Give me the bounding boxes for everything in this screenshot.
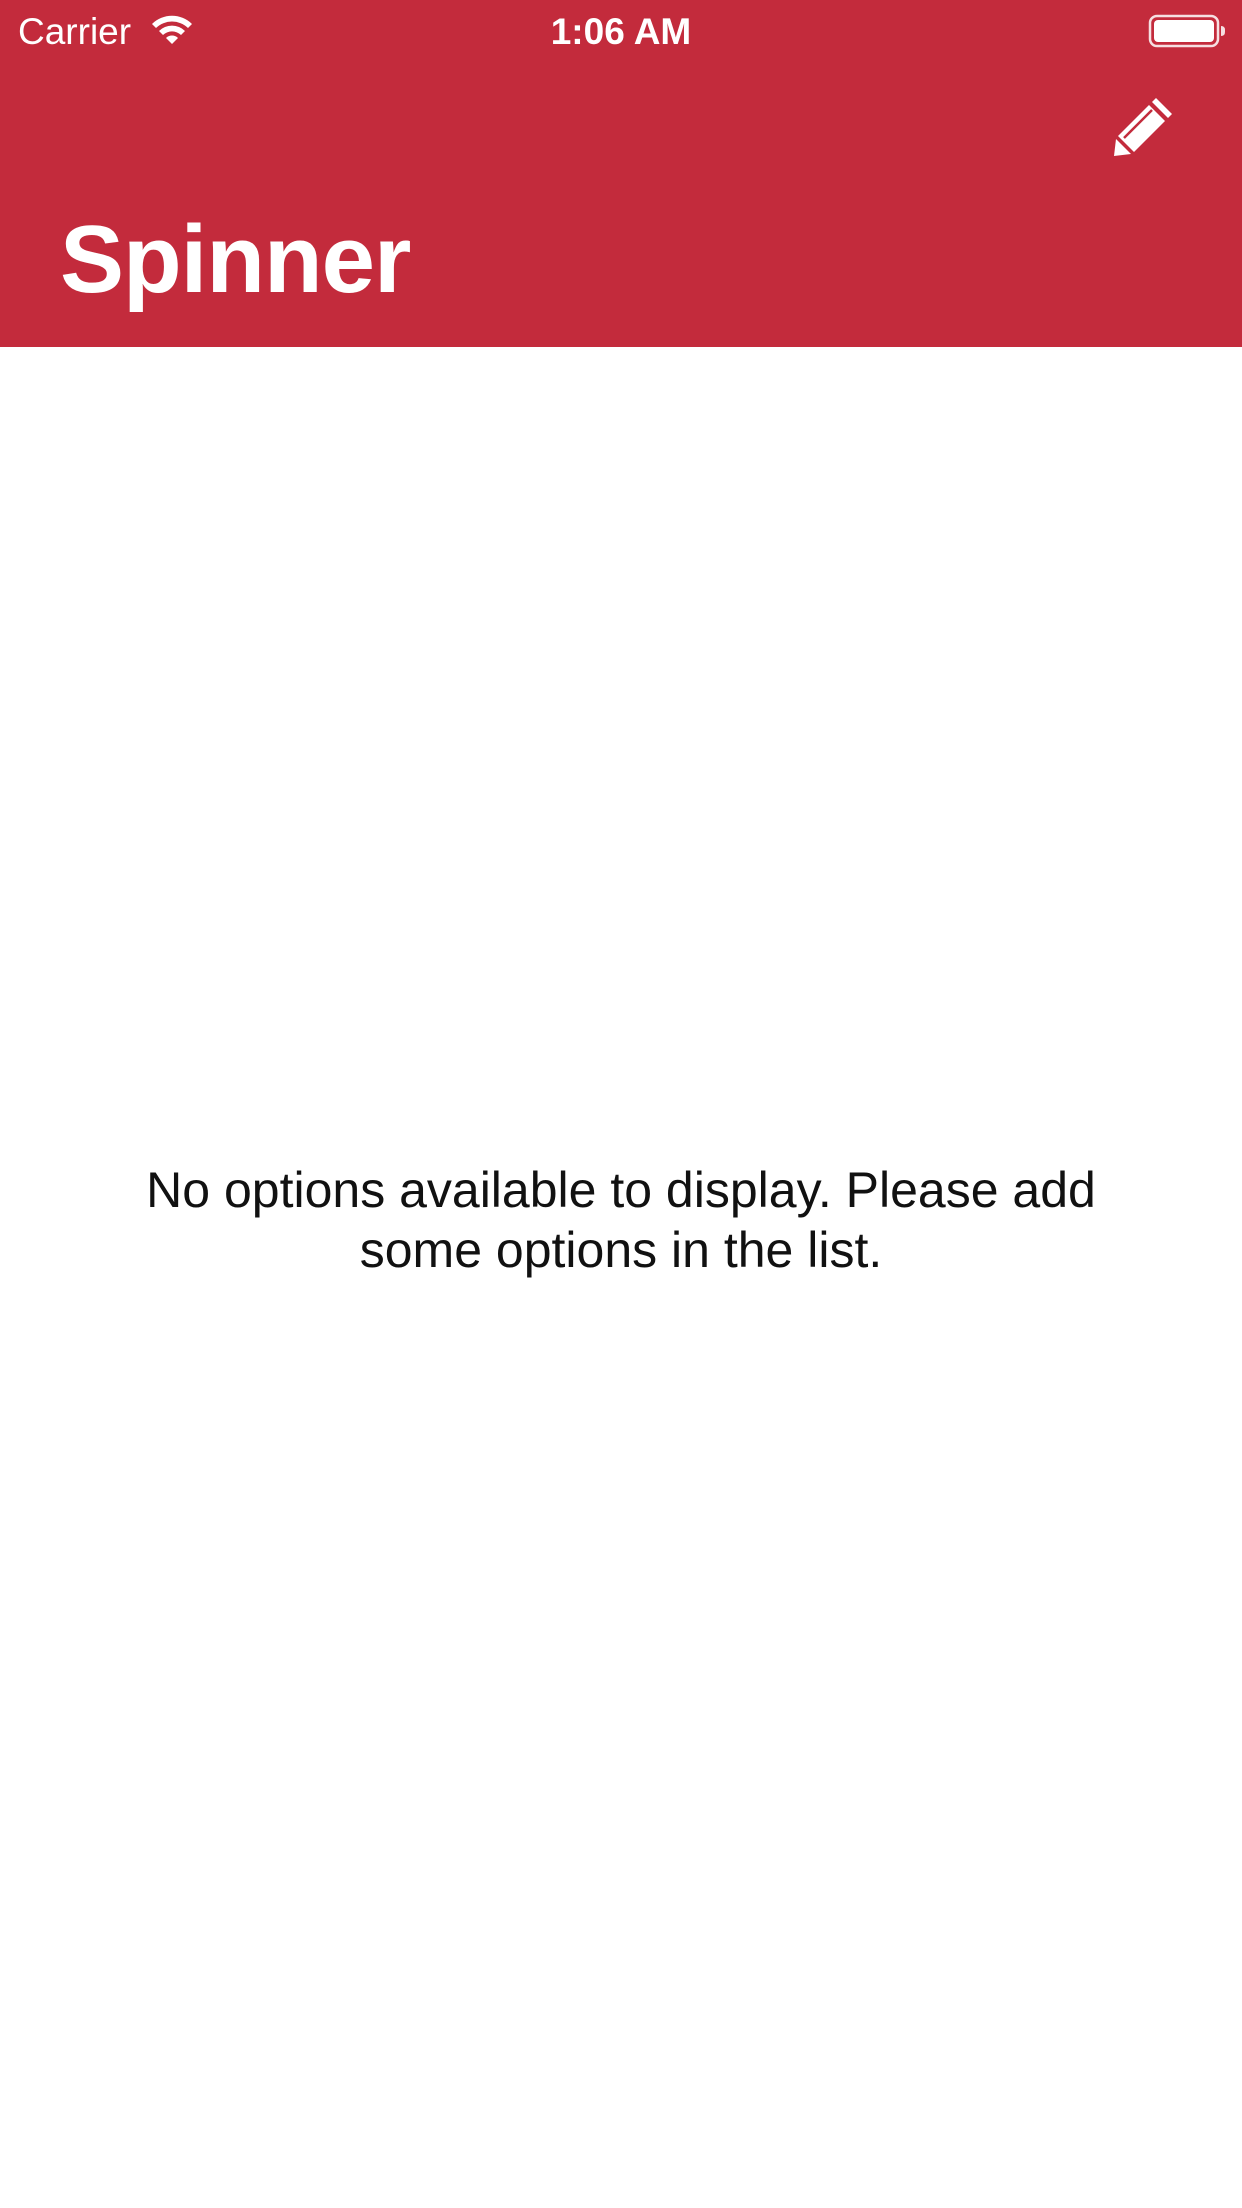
status-time: 1:06 AM (550, 11, 692, 52)
page-title: Spinner (60, 206, 411, 313)
battery-full-icon (1148, 13, 1228, 49)
screen: Carrier 1:06 AM Spinner No options avail… (0, 0, 1242, 2208)
pencil-icon (1112, 94, 1176, 163)
status-bar: Carrier 1:06 AM (0, 0, 1242, 62)
edit-button[interactable] (1104, 88, 1184, 168)
navigation-header: Carrier 1:06 AM Spinner (0, 0, 1242, 347)
empty-state-message: No options available to display. Please … (146, 1162, 1096, 1278)
